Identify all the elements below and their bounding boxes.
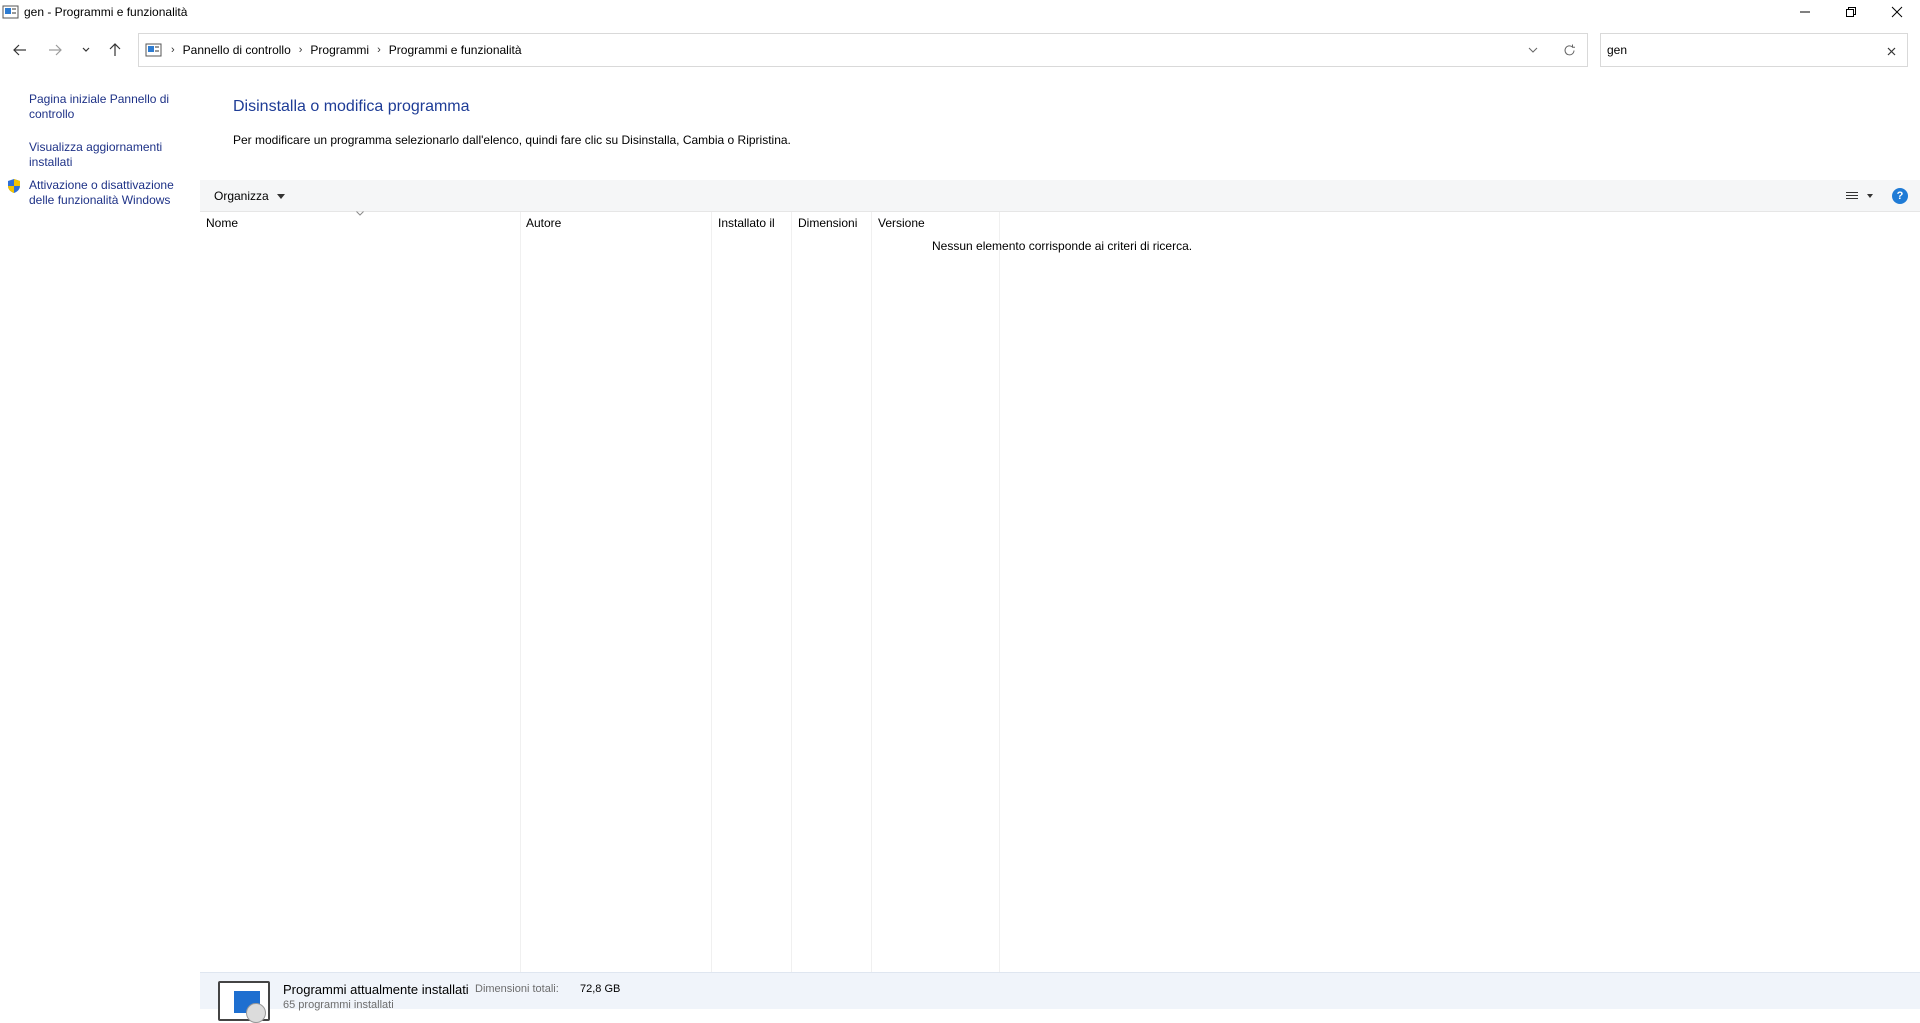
control-panel-icon [2,4,20,20]
control-panel-icon [145,42,163,58]
dropdown-caret-icon [276,193,285,199]
back-button[interactable] [6,33,34,67]
empty-list-message: Nessun elemento corrisponde ai criteri d… [932,239,1193,253]
breadcrumb-separator[interactable]: › [377,44,381,56]
refresh-button[interactable] [1551,34,1587,66]
up-arrow-icon [109,43,121,56]
column-divider [711,212,712,972]
shield-icon [6,178,22,194]
view-installed-updates-link[interactable]: Visualizza aggiornamenti installati [29,140,179,170]
column-header-publisher[interactable]: Autore [520,212,712,234]
close-icon [1887,47,1895,55]
view-options-icon [1846,192,1873,199]
breadcrumb-control-panel[interactable]: Pannello di controllo [183,43,291,57]
address-bar[interactable]: › Pannello di controllo › Programmi › Pr… [138,33,1588,67]
page-description: Per modificare un programma selezionarlo… [233,133,791,147]
restore-button[interactable] [1828,0,1874,24]
dropdown-chevron-icon [1528,47,1538,53]
breadcrumb-programs[interactable]: Programmi [310,43,369,57]
programs-icon [218,981,270,1023]
minimize-button[interactable] [1782,0,1828,24]
search-box[interactable] [1600,33,1908,67]
details-size-label: Dimensioni totali: [475,983,559,995]
windows-features-link[interactable]: Attivazione o disattivazione delle funzi… [29,178,179,208]
page-title: Disinstalla o modifica programma [233,98,470,115]
close-window-button[interactable] [1874,0,1920,24]
navigation-bar: › Pannello di controllo › Programmi › Pr… [0,33,1920,67]
breadcrumb-separator[interactable]: › [171,44,175,56]
organize-button[interactable]: Organizza [214,180,285,212]
command-bar: Organizza ? [200,180,1920,212]
close-icon [1891,6,1903,18]
organize-label: Organizza [214,189,269,203]
help-icon[interactable]: ? [1892,188,1908,204]
column-divider [520,212,521,972]
window-controls [1782,0,1920,24]
window-title: gen - Programmi e funzionalità [24,5,188,19]
refresh-icon [1564,44,1575,55]
forward-arrow-icon [49,44,62,56]
recent-chevron-icon [82,47,90,52]
sort-ascending-icon [356,211,364,216]
address-actions [1515,34,1587,66]
back-arrow-icon [13,44,26,56]
column-divider [791,212,792,972]
control-panel-home-link[interactable]: Pagina iniziale Pannello di controllo [29,92,179,122]
column-divider [871,212,872,972]
details-program-count: 65 programmi installati [283,999,394,1011]
view-options-button[interactable] [1846,180,1874,212]
up-button[interactable] [101,33,129,67]
details-pane: Programmi attualmente installati Dimensi… [200,972,1920,1023]
details-size-value: 72,8 GB [580,983,621,995]
column-divider [999,212,1000,972]
column-header-size[interactable]: Dimensioni [792,212,872,234]
title-bar: gen - Programmi e funzionalità [0,0,1920,24]
recent-locations-button[interactable] [72,33,100,67]
clear-search-button[interactable] [1883,43,1899,59]
column-header-installed-on[interactable]: Installato il [712,212,792,234]
breadcrumb-separator[interactable]: › [299,44,303,56]
breadcrumb-programs-features[interactable]: Programmi e funzionalità [389,43,522,57]
restore-icon [1846,7,1856,17]
address-dropdown-button[interactable] [1515,34,1551,66]
details-title: Programmi attualmente installati [283,982,469,997]
forward-button[interactable] [41,33,69,67]
search-input[interactable] [1607,43,1867,57]
column-header-version[interactable]: Versione [872,212,1000,234]
minimize-icon [1800,11,1810,13]
